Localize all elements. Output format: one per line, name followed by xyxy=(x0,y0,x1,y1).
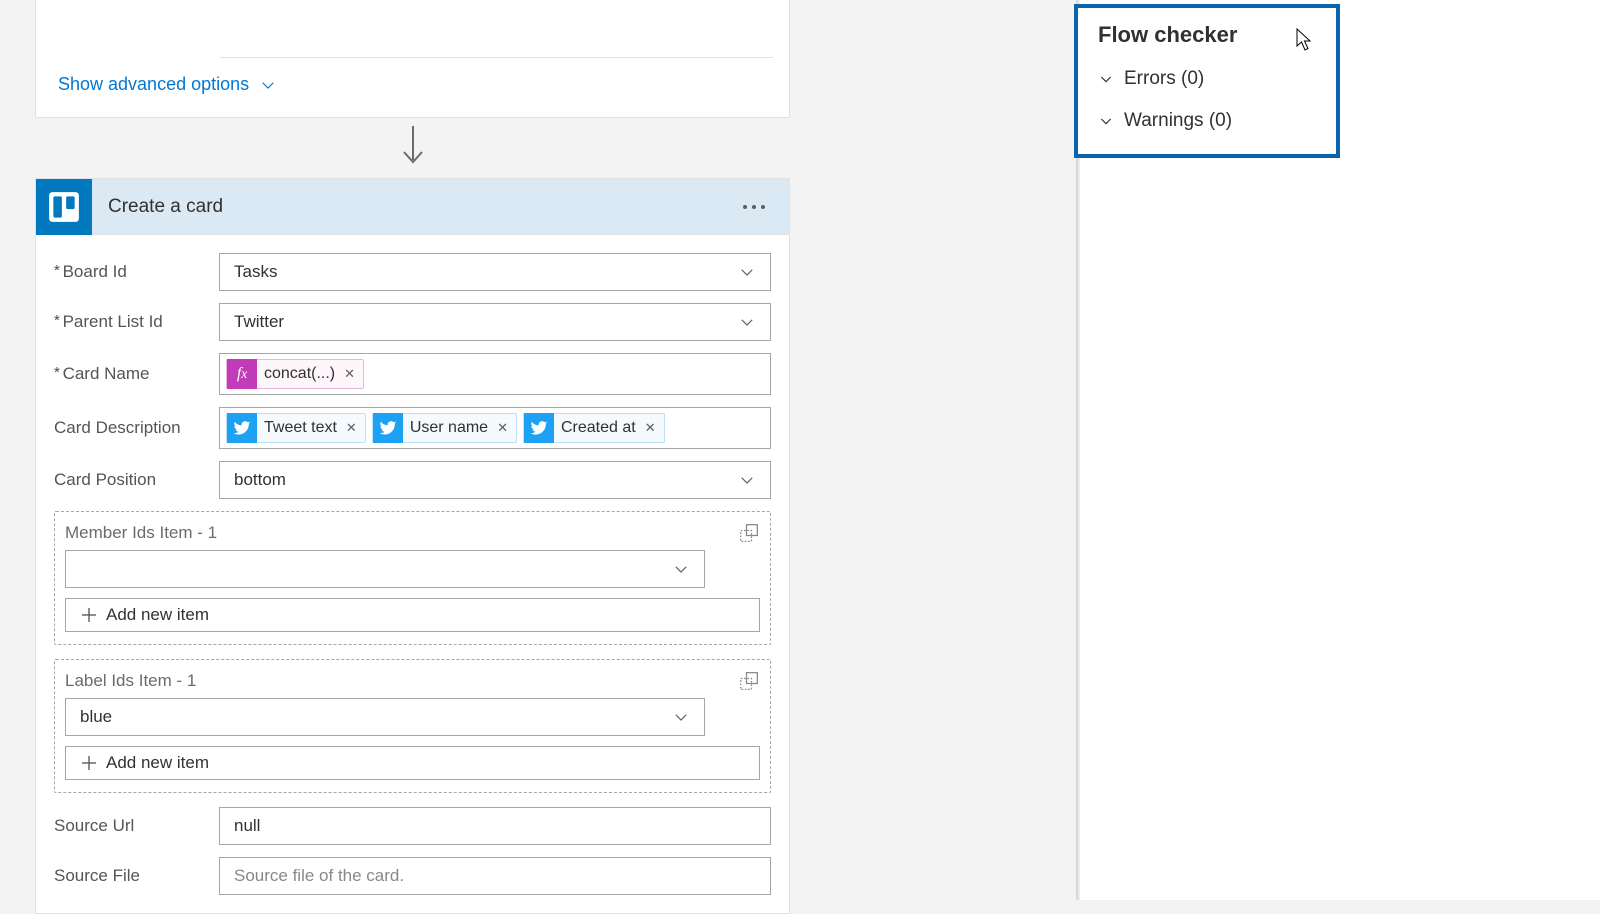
label-source-file: Source File xyxy=(54,866,219,886)
action-header[interactable]: Create a card xyxy=(36,179,789,235)
chevron-down-icon xyxy=(259,76,277,94)
twitter-icon xyxy=(524,413,554,443)
token-remove[interactable]: ✕ xyxy=(643,420,656,436)
twitter-icon xyxy=(373,413,403,443)
flow-checker-panel: Flow checker Errors (0) Warnings (0) xyxy=(1074,4,1340,158)
label-member-ids: Member Ids Item - 1 xyxy=(65,523,217,543)
label-label-ids: Label Ids Item - 1 xyxy=(65,671,196,691)
chevron-down-icon xyxy=(1098,113,1114,129)
group-mode-toggle[interactable] xyxy=(738,522,760,544)
token-tweet-text[interactable]: Tweet text ✕ xyxy=(226,413,366,443)
input-card-description[interactable]: Tweet text ✕ User name ✕ Created at ✕ xyxy=(219,407,771,449)
show-advanced-toggle[interactable]: Show advanced options xyxy=(58,70,771,99)
twitter-icon xyxy=(227,413,257,443)
label-card-description: Card Description xyxy=(54,418,219,438)
input-source-url[interactable]: null xyxy=(219,807,771,845)
label-parent-list-id: * Parent List Id xyxy=(54,312,219,332)
chevron-down-icon xyxy=(738,263,756,281)
label-card-position: Card Position xyxy=(54,470,219,490)
advanced-label: Show advanced options xyxy=(58,74,249,95)
add-label-item-button[interactable]: Add new item xyxy=(65,746,760,780)
warnings-item[interactable]: Warnings (0) xyxy=(1098,110,1316,132)
prev-field xyxy=(220,12,774,58)
token-user-name[interactable]: User name ✕ xyxy=(372,413,517,443)
chevron-down-icon xyxy=(1098,71,1114,87)
group-mode-toggle[interactable] xyxy=(738,670,760,692)
input-source-file[interactable]: Source file of the card. xyxy=(219,857,771,895)
action-title: Create a card xyxy=(108,196,717,218)
dropdown-label-ids[interactable]: blue xyxy=(65,698,705,736)
token-remove[interactable]: ✕ xyxy=(495,420,508,436)
label-board-id: * Board Id xyxy=(54,262,219,282)
chevron-down-icon xyxy=(738,471,756,489)
add-member-item-button[interactable]: Add new item xyxy=(65,598,760,632)
chevron-down-icon xyxy=(738,313,756,331)
token-remove[interactable]: ✕ xyxy=(344,420,357,436)
flow-canvas: Show advanced options Create a card * Bo… xyxy=(35,0,790,914)
token-created-at[interactable]: Created at ✕ xyxy=(523,413,665,443)
dropdown-member-ids[interactable] xyxy=(65,550,705,588)
chevron-down-icon xyxy=(672,708,690,726)
plus-icon xyxy=(82,756,96,770)
previous-action-card: Show advanced options xyxy=(35,0,790,118)
connector-arrow xyxy=(35,118,790,178)
label-card-name: * Card Name xyxy=(54,364,219,384)
dropdown-parent-list-id[interactable]: Twitter xyxy=(219,303,771,341)
label-source-url: Source Url xyxy=(54,816,219,836)
fx-icon: fx xyxy=(227,359,257,389)
token-expression[interactable]: fx concat(...) ✕ xyxy=(226,359,364,389)
chevron-down-icon xyxy=(672,560,690,578)
dropdown-card-position[interactable]: bottom xyxy=(219,461,771,499)
token-remove[interactable]: ✕ xyxy=(342,366,355,382)
group-label-ids: Label Ids Item - 1 blue Add new item xyxy=(54,659,771,793)
plus-icon xyxy=(82,608,96,622)
create-card-action: Create a card * Board Id Tasks * Parent … xyxy=(35,178,790,914)
form-body: * Board Id Tasks * Parent List Id Twitte… xyxy=(36,235,789,913)
action-menu-button[interactable] xyxy=(733,195,775,219)
dropdown-board-id[interactable]: Tasks xyxy=(219,253,771,291)
flow-checker-title: Flow checker xyxy=(1098,22,1316,48)
group-member-ids: Member Ids Item - 1 Add new item xyxy=(54,511,771,645)
input-card-name[interactable]: fx concat(...) ✕ xyxy=(219,353,771,395)
trello-icon xyxy=(36,179,92,235)
errors-item[interactable]: Errors (0) xyxy=(1098,68,1316,90)
